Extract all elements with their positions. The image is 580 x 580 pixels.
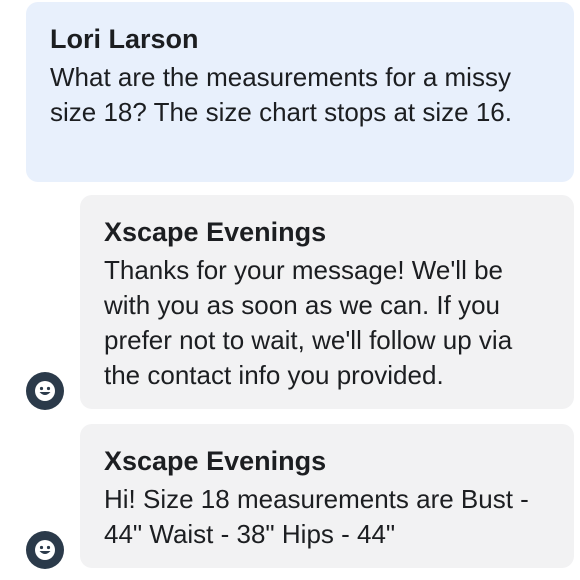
page-avatar[interactable] xyxy=(26,531,64,569)
smiley-face-icon xyxy=(35,540,55,560)
message-bubble-page[interactable]: Xscape Evenings Hi! Size 18 measurements… xyxy=(80,424,574,568)
sender-name: Lori Larson xyxy=(50,24,199,54)
message-text: Hi! Size 18 measurements are Bust - 44" … xyxy=(104,484,529,549)
page-avatar[interactable] xyxy=(26,372,64,410)
sender-name: Xscape Evenings xyxy=(104,217,327,247)
sender-name: Xscape Evenings xyxy=(104,446,327,476)
message-bubble-user[interactable]: Lori Larson What are the measurements fo… xyxy=(26,2,574,182)
message-bubble-page[interactable]: Xscape Evenings Thanks for your message!… xyxy=(80,195,574,409)
message-text: Thanks for your message! We'll be with y… xyxy=(104,255,513,390)
message-thread: Lori Larson What are the measurements fo… xyxy=(0,0,580,580)
smiley-face-icon xyxy=(35,381,55,401)
message-text: What are the measurements for a missy si… xyxy=(50,62,512,127)
